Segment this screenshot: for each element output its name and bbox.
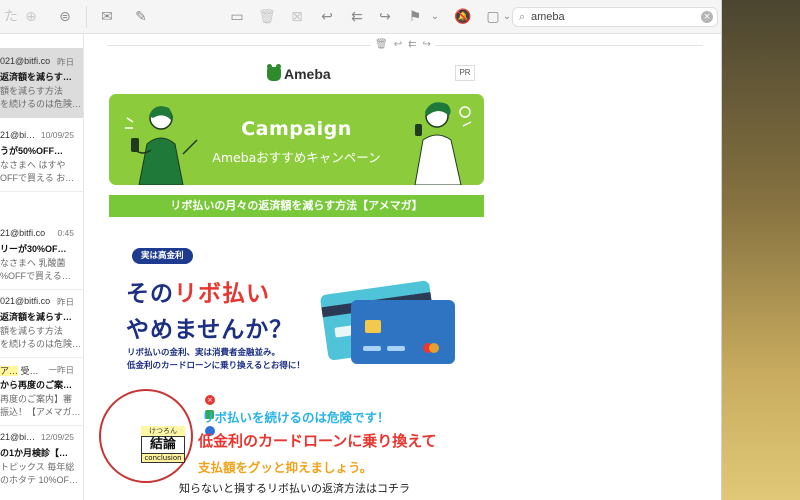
mail-preview: 振込！【アメマガ… <box>0 407 81 417</box>
new-icon[interactable]: ⊕ <box>22 8 40 26</box>
mail-date: 昨日 <box>56 57 74 67</box>
mail-date: 12/09/25 <box>40 432 74 442</box>
mail-sender-text: 受… <box>20 366 39 376</box>
compose-icon[interactable]: ✎ <box>132 8 150 26</box>
headline-part: その <box>126 281 174 307</box>
mail-sender: ア… 受… <box>0 364 39 377</box>
cta-link[interactable]: 知らないと損するリボ払いの返済方法はコチラ <box>179 480 410 496</box>
mail-preview: 再度のご案内】審 <box>0 394 73 404</box>
reply-all-icon[interactable]: ⇇ <box>348 8 366 26</box>
search-highlight: ア… <box>0 366 19 376</box>
list-item[interactable]: 21@bi… 12/09/25 の1か月検診【… トピックス 毎年総 のホタテ … <box>0 424 83 494</box>
mail-sender: 21@bi… <box>0 130 36 140</box>
reply-all-icon[interactable]: ⇇ <box>408 38 416 52</box>
junk-icon[interactable]: ⊠ <box>288 8 306 26</box>
left-edge-icon: た <box>4 9 18 25</box>
campaign-banner[interactable]: Campaign Amebaおすすめキャンペーン <box>109 94 484 185</box>
mail-preview: のホタテ 10%OF… <box>0 475 79 485</box>
description-line: 低金利のカードローンに乗り換えるとお得に！ <box>127 361 305 371</box>
headline-highlight: リボ払い <box>174 281 270 307</box>
mail-subject: 返済額を減らす… <box>0 72 72 82</box>
trash-icon[interactable]: 🗑 <box>258 8 276 26</box>
mail-date: 昨日 <box>56 297 74 307</box>
list-item[interactable]: 021@bitfi.co 昨日 返済額を減らす… 額を減らす方法 を続けるのは危… <box>0 288 83 358</box>
list-item[interactable]: ア… 受… 一昨日 から再度のご案… 再度のご案内】審 振込！【アメマガ… <box>0 356 83 426</box>
mail-sender: 021@bitfi.co <box>0 56 51 66</box>
toolbar-divider <box>86 6 87 28</box>
mail-preview: を続けるのは危険… <box>0 339 82 349</box>
article-title-ribbon[interactable]: リボ払いの月々の返済額を減らす方法【アメマガ】 <box>109 195 484 217</box>
mail-date: 0:45 <box>57 228 74 238</box>
keyword-kanji: 結論 <box>141 436 185 454</box>
list-item[interactable]: 21@bi… 10/09/25 うが50%OFF… なさまへ はすや OFFで買… <box>0 122 83 192</box>
banner-title: Campaign <box>241 118 352 140</box>
mail-subject: から再度のご案… <box>0 380 73 390</box>
mail-preview: なさまへ はすや <box>0 160 66 170</box>
reply-icon[interactable]: ↩ <box>318 8 336 26</box>
mail-date: 一昨日 <box>48 365 74 375</box>
forward-icon[interactable]: ↪ <box>376 8 394 26</box>
mail-preview: なさまへ 乳酸菌 <box>0 258 66 268</box>
conclusion-line3: 支払額をグッと抑えましょう。 <box>198 460 373 475</box>
conclusion-keyword: けつろん 結論 conclusion <box>141 426 185 463</box>
desktop-wallpaper <box>722 0 800 500</box>
mail-subject: リーが30%OF… <box>0 244 67 254</box>
keyword-ruby: けつろん <box>141 426 185 436</box>
toolbar: た ⊕ ⊜ ✉ ✎ ▭ 🗑 ⊠ ↩ ⇇ ↪ ⚑ ⌄ 🔕 ▢ ⌄ ⌕ × <box>0 0 721 34</box>
mail-preview: トピックス 毎年総 <box>0 462 75 472</box>
message-pane: 🗑 ↩ ⇇ ↪ Ameba PR Campaign Amebaおすすめキャンペー… <box>85 34 721 500</box>
mail-subject: 返済額を減らす… <box>0 312 72 322</box>
pr-label: PR <box>455 65 475 81</box>
headline-line1: そのリボ払い <box>126 274 270 308</box>
mail-subject: うが50%OFF… <box>0 146 64 156</box>
message-list: 021@bitfi.co 昨日 返済額を減らす… 額を減らす方法 を続けるのは危… <box>0 34 84 500</box>
mail-preview: %OFFで買える… <box>0 271 71 281</box>
flag-icon[interactable]: ⚑ <box>406 8 424 26</box>
credit-card-illustration <box>320 280 455 364</box>
mail-sender: 21@bitfi.co <box>0 228 46 238</box>
mail-preview: を続けるのは危険… <box>0 99 82 109</box>
logo-text: Ameba <box>284 66 331 82</box>
high-interest-pill: 実は高金利 <box>132 248 193 264</box>
banner-subtitle: Amebaおすすめキャンペーン <box>212 150 381 165</box>
headline-line2: やめませんか？ <box>126 317 294 343</box>
close-icon[interactable]: × <box>205 395 215 405</box>
search-field[interactable]: ⌕ × <box>512 7 718 27</box>
filter-icon[interactable]: ⊜ <box>56 8 74 26</box>
chevron-down-icon[interactable]: ⌄ <box>426 8 444 26</box>
trash-icon[interactable]: 🗑 <box>375 38 388 52</box>
bell-slash-icon[interactable]: 🔕 <box>454 8 472 26</box>
description-line: リボ払いの金利、実は消費者金融並み。 <box>127 348 281 358</box>
mail-sender: 21@bi… <box>0 432 36 442</box>
mail-subject: の1か月検診【… <box>0 448 69 458</box>
divider <box>0 191 83 192</box>
search-icon: ⌕ <box>519 10 526 23</box>
mail-preview: OFFで買える お… <box>0 173 75 183</box>
forward-icon[interactable]: ↪ <box>422 38 430 52</box>
reply-icon[interactable]: ↩ <box>394 38 402 52</box>
list-item[interactable]: 21@bitfi.co 0:45 リーが30%OF… なさまへ 乳酸菌 %OFF… <box>0 220 83 290</box>
mail-preview: 額を減らす方法 <box>0 326 63 336</box>
ameba-frog-icon <box>267 64 281 81</box>
conclusion-line1: リボ払いを続けるのは危険です！ <box>202 410 390 425</box>
keyword-english: conclusion <box>141 454 185 463</box>
message-mini-toolbar: 🗑 ↩ ⇇ ↪ <box>371 38 435 52</box>
conclusion-line2: 低金利のカードローンに乗り換えて <box>198 432 437 450</box>
close-icon[interactable]: × <box>701 11 713 23</box>
mail-preview: 額を減らす方法 <box>0 86 63 96</box>
search-input[interactable] <box>531 9 701 25</box>
archive-icon[interactable]: ▭ <box>228 8 246 26</box>
mail-date: 10/09/25 <box>40 130 74 140</box>
mail-sender: 021@bitfi.co <box>0 296 51 306</box>
mail-icon[interactable]: ✉ <box>98 8 116 26</box>
mail-window: た ⊕ ⊜ ✉ ✎ ▭ 🗑 ⊠ ↩ ⇇ ↪ ⚑ ⌄ 🔕 ▢ ⌄ ⌕ × 021@… <box>0 0 722 500</box>
list-item[interactable]: 021@bitfi.co 昨日 返済額を減らす… 額を減らす方法 を続けるのは危… <box>0 48 83 118</box>
ameba-logo: Ameba <box>267 64 331 84</box>
